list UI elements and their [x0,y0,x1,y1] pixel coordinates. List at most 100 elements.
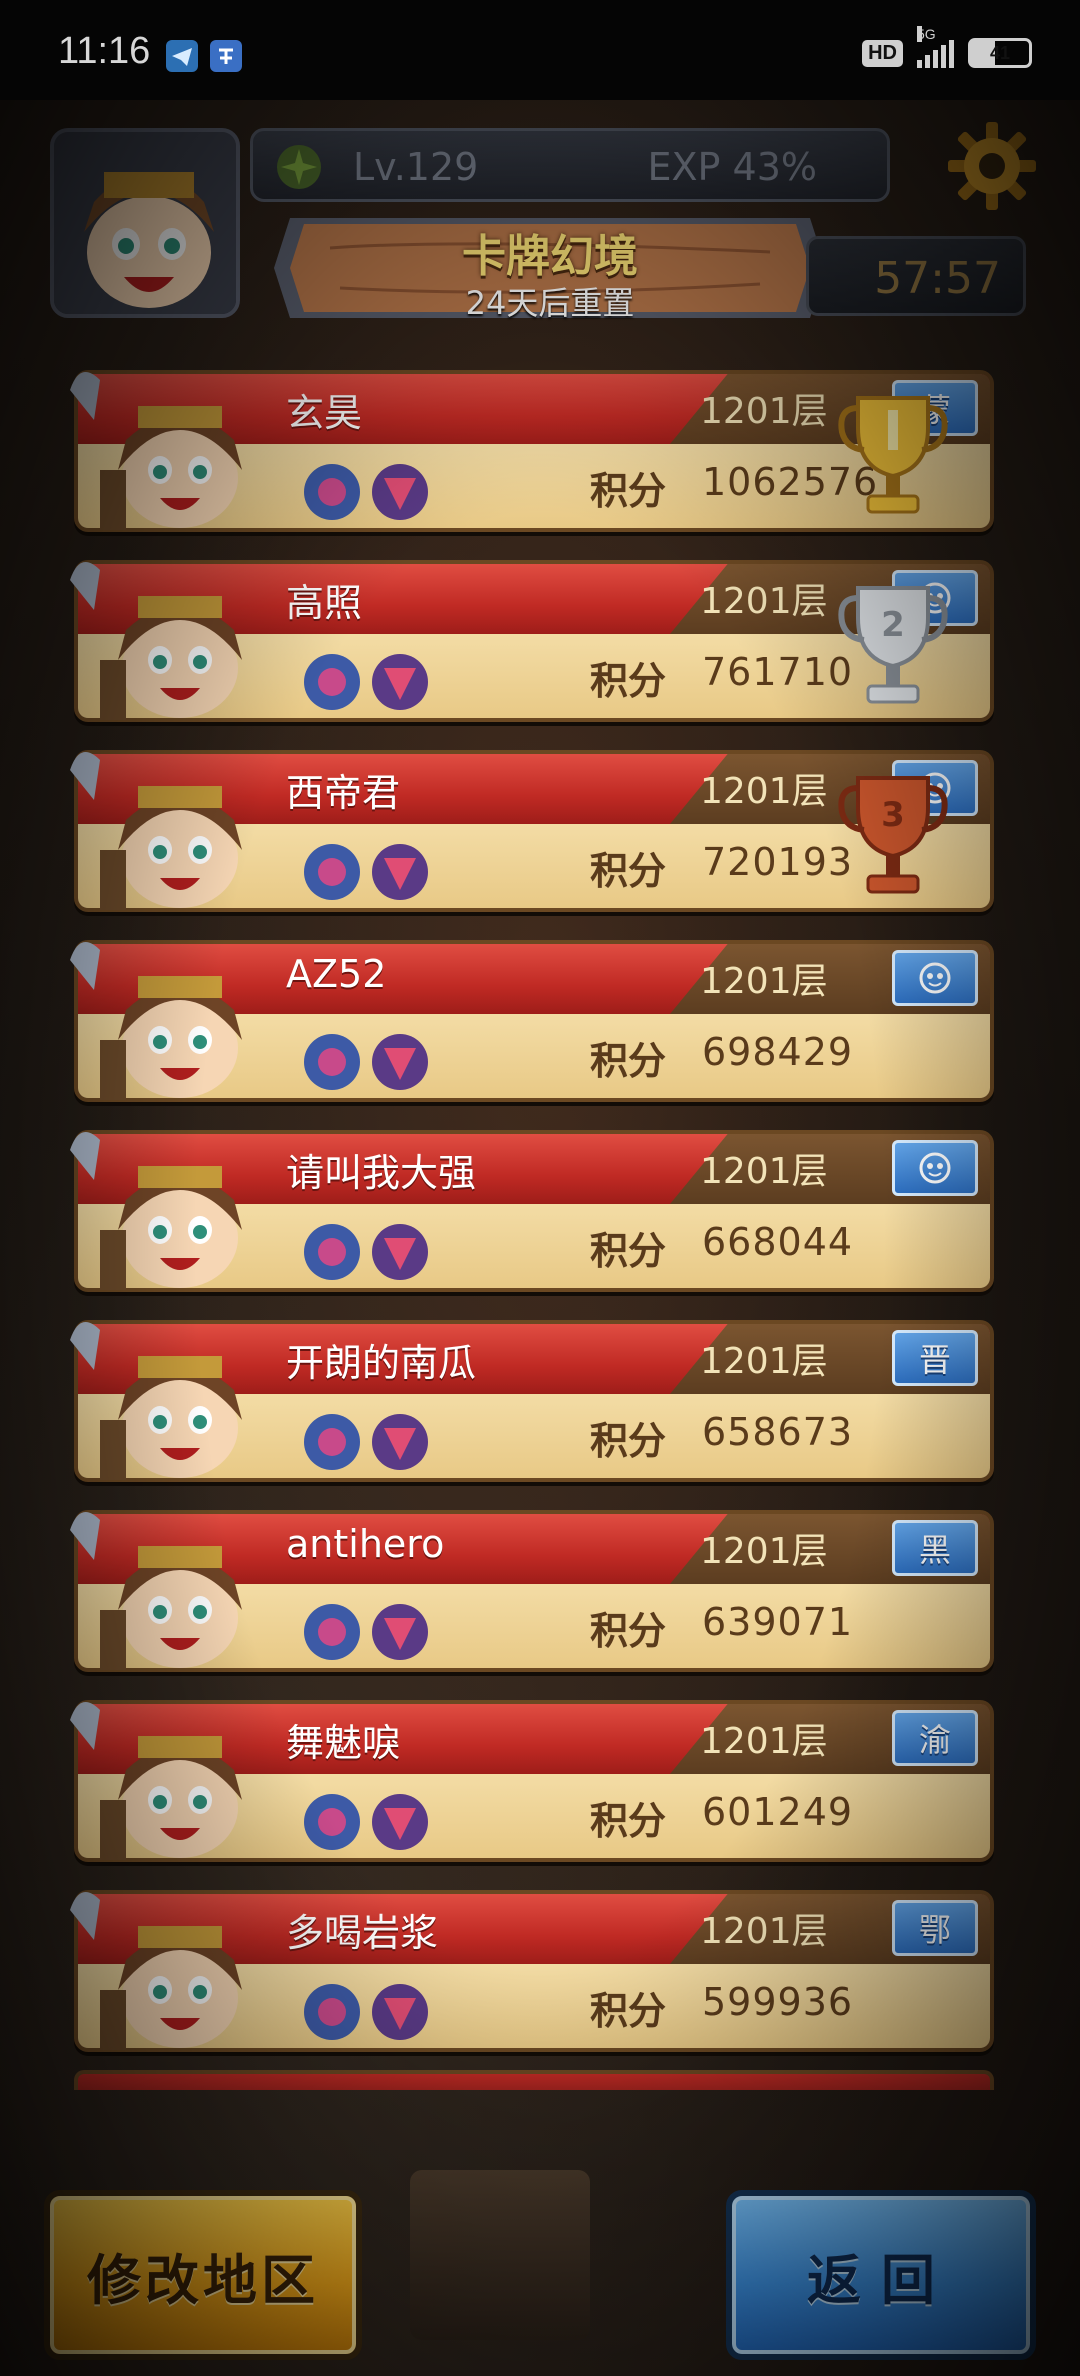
player-name: 开朗的南瓜 [286,1341,477,1385]
score-value: 639071 [702,1600,854,1644]
player-name: 西帝君 [286,771,401,815]
player-exp: EXP 43% [647,145,818,189]
reset-countdown: 24天后重置 [465,284,635,322]
player-name: antihero [286,1522,445,1566]
hero-avatar-icon [60,740,280,918]
ranking-row[interactable]: 舞魅唳 1201层 积分 601249 渝 [60,1690,1000,1868]
floor-count: 1201层 [700,1911,828,1952]
leaf-icon [273,141,325,193]
svg-text:2: 2 [881,605,905,645]
hero-avatar-icon [60,1120,280,1298]
pet-icons [292,1778,472,1858]
back-button[interactable]: 返回 [726,2190,1036,2360]
ranking-row[interactable]: 西帝君 1201层 积分 720193 3 [60,740,1000,918]
face-icon [918,1151,952,1185]
floor-count: 1201层 [700,1531,828,1572]
score-value: 698429 [702,1030,854,1074]
score-value: 720193 [702,840,854,884]
region-badge [892,1140,978,1196]
ranking-row[interactable]: AZ52 1201层 积分 698429 [60,930,1000,1108]
event-title-plank: 卡牌幻境 24天后重置 [270,208,830,328]
signal-icon: 5G [917,26,954,68]
score-value: 601249 [702,1790,854,1834]
player-name: 高照 [286,581,363,625]
silver-trophy-icon: 2 [838,578,948,718]
floor-count: 1201层 [700,1721,828,1762]
app-notification-icon [210,40,242,72]
status-time: 11:16 [58,30,151,72]
hero-avatar-icon [60,1310,280,1488]
hero-avatar-icon [60,1880,280,2058]
timer-box: 57:57 [806,236,1026,316]
status-indicators: HD 5G 41 [862,26,1032,68]
level-bar: Lv.129 EXP 43% [250,128,890,202]
score-label: 积分 [590,659,667,703]
player-name: 请叫我大强 [286,1151,477,1195]
player-level: Lv.129 [353,145,479,189]
floor-count: 1201层 [700,391,828,432]
pet-icons [292,1968,472,2048]
floor-count: 1201层 [700,771,828,812]
score-label: 积分 [590,1229,667,1273]
pet-icons [292,1398,472,1478]
hero-avatar-icon [60,1690,280,1868]
pet-icons [292,638,472,718]
hero-avatar-icon [60,930,280,1108]
player-avatar[interactable] [50,128,240,318]
ranking-list[interactable]: 玄昊 1201层 积分 1062576 蒙 高照 1201层 积分 761710… [0,360,1080,2090]
gear-icon[interactable] [944,118,1040,214]
player-name: 玄昊 [286,391,363,435]
pet-icons [292,1018,472,1098]
timer-text: 57:57 [874,253,1001,304]
score-label: 积分 [590,1799,667,1843]
score-label: 积分 [590,1609,667,1653]
region-badge [892,950,978,1006]
score-value: 668044 [702,1220,854,1264]
pet-icons [292,828,472,908]
region-badge: 渝 [892,1710,978,1766]
score-label: 积分 [590,469,667,513]
gold-trophy-icon [838,388,948,528]
telegram-icon [166,40,198,72]
floor-count: 1201层 [700,1151,828,1192]
bronze-trophy-icon: 3 [838,768,948,908]
status-bar: 11:16 HD 5G 41 [0,0,1080,100]
score-value: 761710 [702,650,854,694]
floor-count: 1201层 [700,581,828,622]
score-value: 658673 [702,1410,854,1454]
pet-icons [292,448,472,528]
hero-avatar-icon [60,1500,280,1678]
ranking-row-partial [74,2070,994,2090]
hd-badge: HD [862,39,903,67]
ranking-row[interactable]: 玄昊 1201层 积分 1062576 蒙 [60,360,1000,538]
pet-icons [292,1588,472,1668]
mid-character [410,2170,590,2340]
player-name: 舞魅唳 [286,1721,401,1765]
score-label: 积分 [590,1419,667,1463]
score-label: 积分 [590,1989,667,2033]
player-name: 多喝岩浆 [286,1911,439,1955]
svg-text:3: 3 [881,795,905,835]
ranking-row[interactable]: 开朗的南瓜 1201层 积分 658673 晋 [60,1310,1000,1488]
player-name: AZ52 [286,952,387,996]
pet-icons [292,1208,472,1288]
ranking-row[interactable]: 高照 1201层 积分 761710 2 [60,550,1000,728]
change-region-button[interactable]: 修改地区 [44,2190,362,2360]
floor-count: 1201层 [700,1341,828,1382]
ranking-row[interactable]: 多喝岩浆 1201层 积分 599936 鄂 [60,1880,1000,2058]
score-label: 积分 [590,1039,667,1083]
score-value: 599936 [702,1980,854,2024]
ranking-row[interactable]: antihero 1201层 积分 639071 黑 [60,1500,1000,1678]
hero-avatar-icon [60,550,280,728]
region-badge: 黑 [892,1520,978,1576]
region-badge: 晋 [892,1330,978,1386]
floor-count: 1201层 [700,961,828,1002]
battery-icon: 41 [968,38,1032,68]
game-header: Lv.129 EXP 43% 卡牌幻境 24天后重置 57:57 [40,118,1040,338]
region-badge: 鄂 [892,1900,978,1956]
event-title: 卡牌幻境 [462,231,638,282]
hero-avatar-icon [60,360,280,538]
face-icon [918,961,952,995]
ranking-row[interactable]: 请叫我大强 1201层 积分 668044 [60,1120,1000,1298]
score-label: 积分 [590,849,667,893]
